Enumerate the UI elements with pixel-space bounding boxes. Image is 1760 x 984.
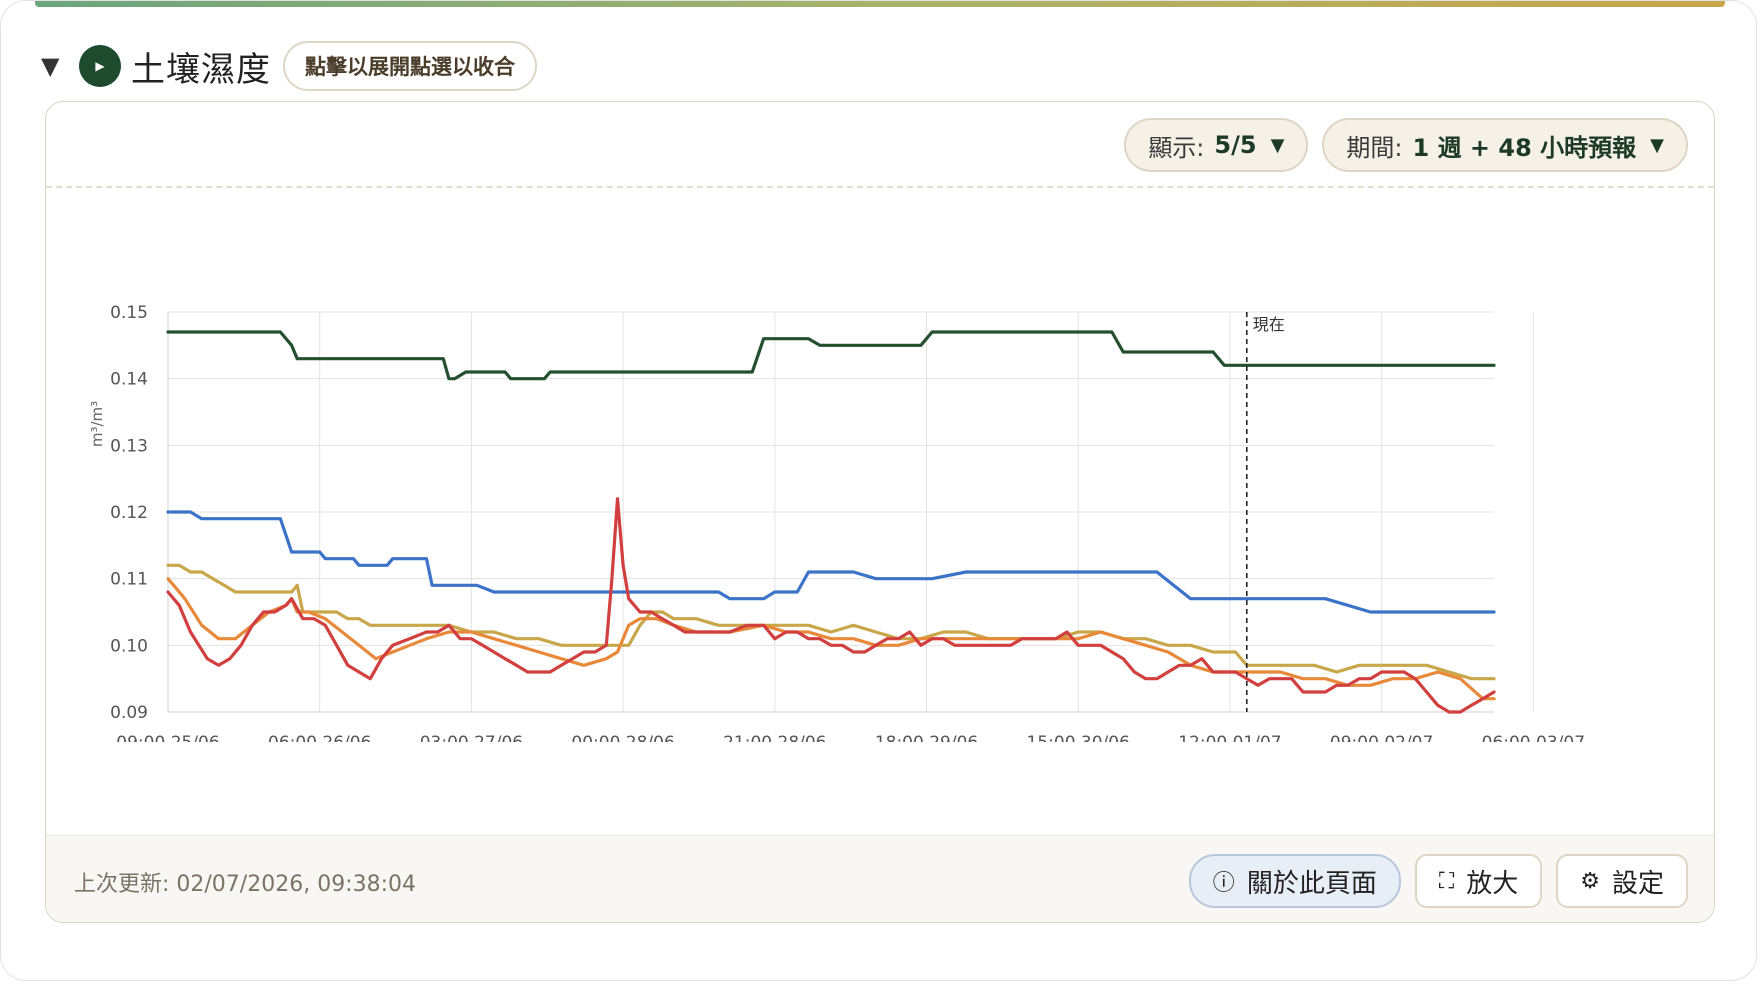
display-value: 5/5 [1214, 131, 1257, 159]
series-line-3-9-cm [166, 563, 1496, 681]
last-updated-text: 上次更新: 02/07/2026, 09:38:04 [74, 872, 416, 897]
y-axis-label: m³/m³ [88, 401, 106, 447]
x-tick-label: 12:00 01/07 [1178, 733, 1281, 742]
x-tick-label: 00:00 28/06 [571, 733, 674, 742]
y-tick-label: 0.14 [110, 370, 148, 390]
x-tick-label: 03:00 27/06 [420, 733, 523, 742]
x-tick-label: 21:00 28/06 [723, 733, 826, 742]
x-tick-label: 06:00 26/06 [268, 733, 371, 742]
caret-down-icon[interactable]: ▼ [41, 52, 69, 80]
x-tick-label: 18:00 29/06 [875, 733, 978, 742]
about-page-button[interactable]: ⓘ 關於此頁面 [1188, 854, 1401, 908]
x-tick-label: 09:00 02/07 [1330, 733, 1433, 742]
x-tick-label: 06:00 03/07 [1482, 733, 1585, 742]
display-filter-dropdown[interactable]: 顯示: 5/5 ▼ [1124, 118, 1309, 172]
expand-hint-badge[interactable]: 點擊以展開點選以收合 [283, 41, 537, 91]
display-label: 顯示: [1148, 133, 1205, 162]
y-tick-label: 0.09 [110, 703, 148, 723]
zoom-label: 放大 [1466, 868, 1519, 899]
panel-title: 土壤濕度 [131, 49, 271, 90]
chart-footer: 上次更新: 02/07/2026, 09:38:04 ⓘ 關於此頁面 ⛶ 放大 … [46, 835, 1714, 922]
now-marker-label: 現在 [1253, 315, 1285, 334]
period-value: 1 週 + 48 小時預報 [1412, 133, 1637, 162]
settings-button[interactable]: ⚙ 設定 [1556, 854, 1688, 908]
y-tick-label: 0.15 [110, 303, 148, 323]
series-line-0-1-cm [166, 497, 1496, 714]
accent-bar [35, 1, 1725, 7]
info-icon: ⓘ [1212, 871, 1235, 896]
expand-icon: ⛶ [1438, 868, 1455, 894]
series-line-27-81-cm [166, 330, 1496, 381]
y-tick-label: 0.12 [110, 503, 148, 523]
zoom-button[interactable]: ⛶ 放大 [1414, 854, 1543, 908]
series-line-9-27-cm [166, 510, 1496, 614]
chevron-down-icon: ▼ [1270, 134, 1285, 156]
period-label: 期間: [1346, 133, 1403, 162]
about-label: 關於此頁面 [1246, 868, 1377, 899]
y-tick-label: 0.10 [110, 636, 148, 656]
divider [46, 186, 1714, 188]
period-dropdown[interactable]: 期間: 1 週 + 48 小時預報 ▼ [1322, 118, 1688, 172]
chart-card: 顯示: 5/5 ▼ 期間: 1 週 + 48 小時預報 ▼ 0.09 0.10 0.… [45, 101, 1715, 923]
soil-moisture-panel: ▼ ▶ 土壤濕度 點擊以展開點選以收合 顯示: 5/5 ▼ 期間: 1 週 + … [0, 0, 1757, 981]
soil-moisture-line-chart: 0.09 0.10 0.11 0.12 0.13 0.14 0.15 09:00 25/06… [88, 303, 1585, 742]
play-icon[interactable]: ▶ [79, 45, 121, 87]
x-tick-label: 15:00 30/06 [1027, 733, 1130, 742]
gear-icon: ⚙ [1580, 868, 1600, 894]
settings-label: 設定 [1611, 868, 1664, 899]
chevron-down-icon: ▼ [1650, 134, 1664, 156]
y-tick-label: 0.13 [110, 436, 148, 456]
x-tick-label: 09:00 25/06 [116, 733, 219, 742]
panel-header[interactable]: ▼ ▶ 土壤濕度 點擊以展開點選以收合 [41, 41, 537, 91]
chart-controls: 顯示: 5/5 ▼ 期間: 1 週 + 48 小時預報 ▼ [1124, 118, 1688, 172]
y-tick-label: 0.11 [110, 570, 148, 590]
